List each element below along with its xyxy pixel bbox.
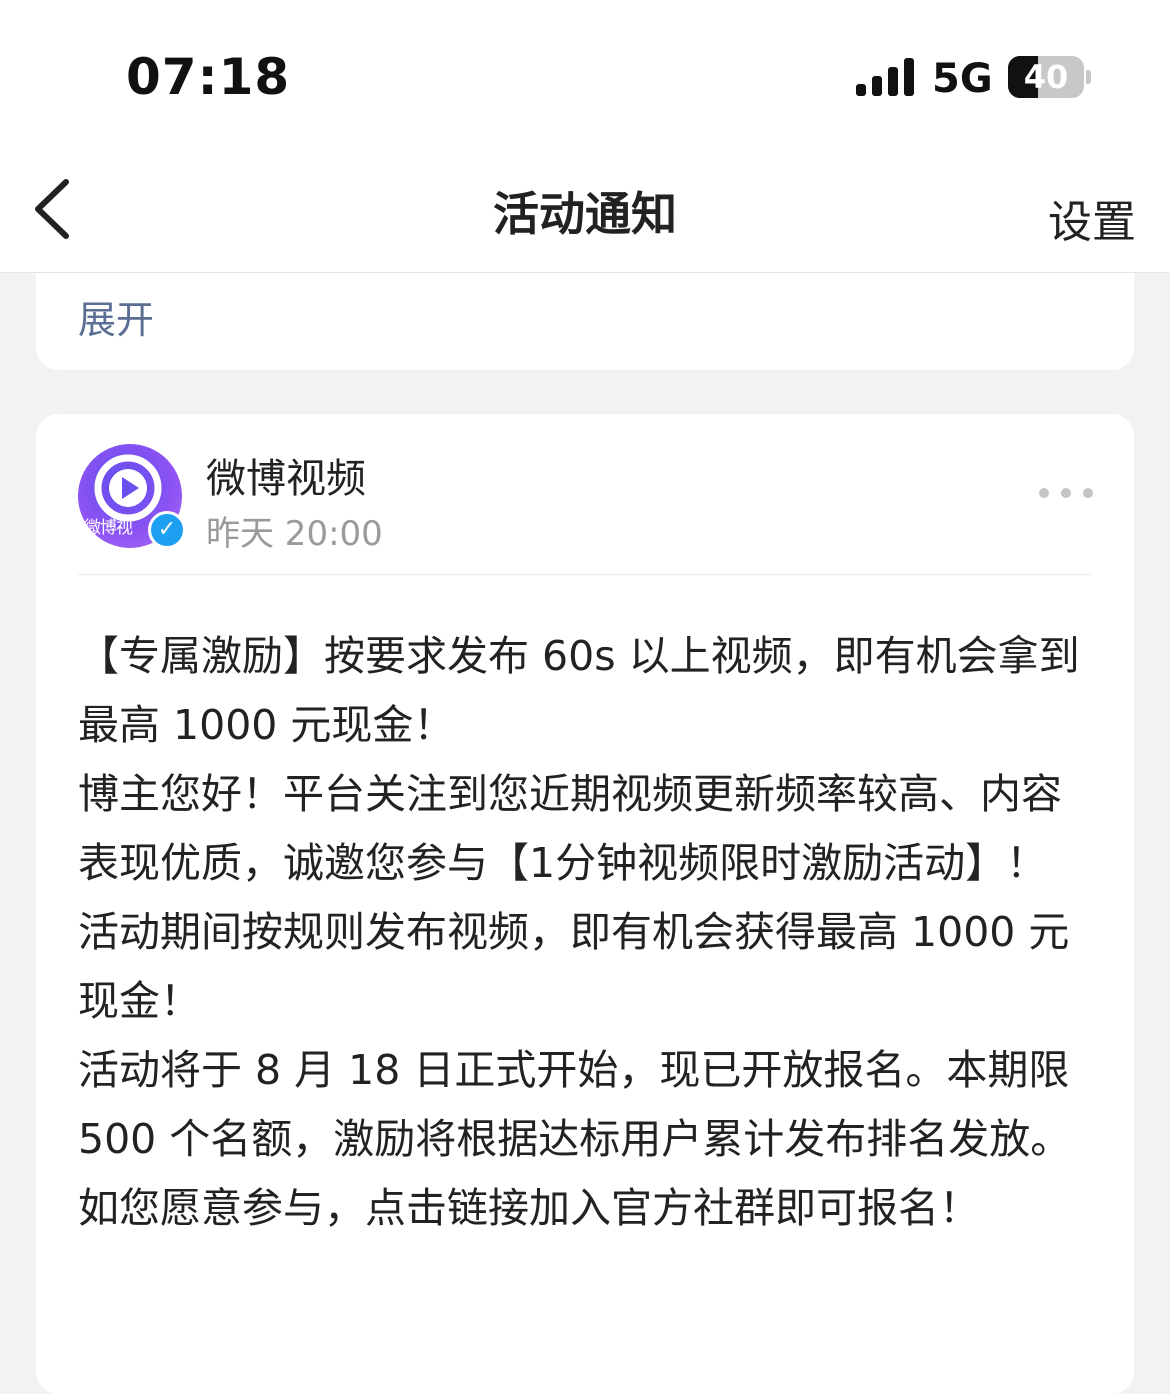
settings-button[interactable]: 设置 — [1048, 186, 1136, 250]
message-paragraph: 【专属激励】按要求发布 60s 以上视频，即有机会拿到最高 1000 元现金！ — [78, 632, 1080, 749]
battery-level: 40 — [1023, 58, 1069, 96]
notification-card: 微博视 ✓ 微博视频 昨天 20:00 【专属激励】按要求发布 60s 以上视频… — [36, 414, 1134, 1394]
sender-name[interactable]: 微博视频 — [206, 446, 366, 504]
divider — [78, 574, 1092, 575]
battery-icon: 40 — [1008, 56, 1084, 98]
verified-badge-icon: ✓ — [148, 511, 186, 549]
battery-tip — [1086, 70, 1091, 84]
message-timestamp: 昨天 20:00 — [206, 514, 383, 554]
message-paragraph: 活动将于 8 月 18 日正式开始，现已开放报名。本期限 500 个名额，激励将… — [78, 1046, 1072, 1163]
avatar-caption: 微博视 — [84, 518, 133, 538]
nav-bar: 活动通知 设置 — [0, 150, 1170, 273]
page-title: 活动通知 — [493, 187, 677, 241]
message-paragraph: 活动期间按规则发布视频，即有机会获得最高 1000 元现金！ — [78, 908, 1070, 1025]
cellular-signal-icon — [856, 58, 914, 96]
message-paragraph: 博主您好！平台关注到您近期视频更新频率较高、内容表现优质，诚邀您参与【1分钟视频… — [78, 770, 1062, 887]
more-dots-icon[interactable] — [1038, 478, 1094, 508]
expand-link[interactable]: 展开 — [78, 289, 154, 344]
status-bar: 07:18 5G 40 — [0, 0, 1170, 150]
status-time: 07:18 — [126, 48, 291, 106]
message-paragraph: 如您愿意参与，点击链接加入官方社群即可报名！ — [78, 1184, 980, 1232]
previous-notification-card: 展开 — [36, 273, 1134, 370]
message-body: 【专属激励】按要求发布 60s 以上视频，即有机会拿到最高 1000 元现金！ … — [78, 622, 1094, 1243]
network-type: 5G — [932, 56, 993, 102]
